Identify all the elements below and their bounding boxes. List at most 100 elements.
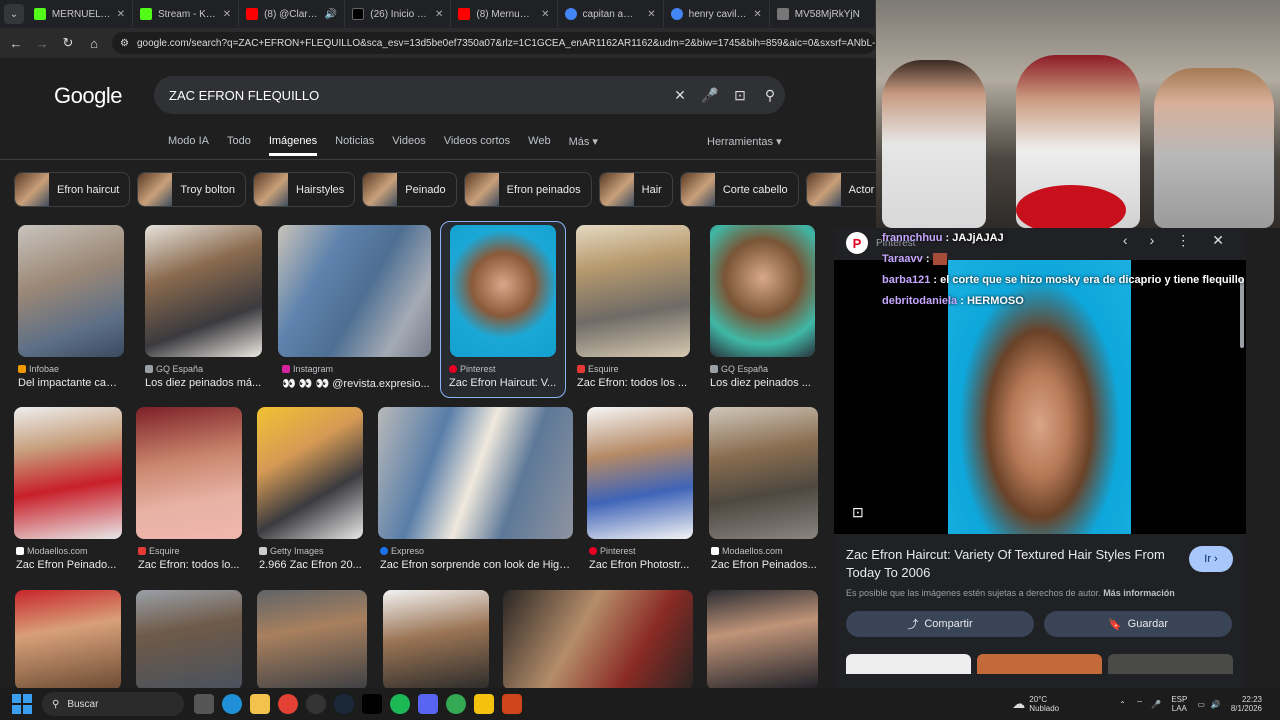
taskbar-search[interactable]: ⚲ Buscar xyxy=(42,692,184,716)
file-explorer-icon[interactable] xyxy=(250,694,270,714)
obs-icon[interactable] xyxy=(306,694,326,714)
tab-search-icon[interactable]: ⌄ xyxy=(4,4,24,24)
display-icon[interactable]: ▭ xyxy=(1197,700,1205,709)
warning-icon[interactable] xyxy=(474,694,494,714)
result-image[interactable] xyxy=(257,590,367,688)
clock[interactable]: 22:23 8/1/2026 xyxy=(1231,695,1262,713)
result-image[interactable] xyxy=(278,225,431,357)
result-image[interactable] xyxy=(709,407,818,539)
related-thumbnail[interactable] xyxy=(977,654,1102,674)
result-image[interactable] xyxy=(383,590,489,688)
related-thumbnail[interactable] xyxy=(846,654,971,674)
tab-web[interactable]: Web xyxy=(528,135,550,156)
result-image[interactable] xyxy=(710,225,815,357)
volume-icon[interactable]: 🔊 xyxy=(1211,700,1221,709)
chip[interactable]: Hairstyles xyxy=(253,172,356,207)
close-icon[interactable]: ✕ xyxy=(753,9,761,20)
tab-item[interactable]: Stream - Kick Da ✕ xyxy=(133,1,240,27)
wifi-icon[interactable]: ⌔ xyxy=(1136,699,1144,709)
windows-start-icon[interactable] xyxy=(12,694,32,714)
chip[interactable]: Hair xyxy=(598,172,673,207)
result-title[interactable]: Zac Efron Peinado... xyxy=(16,559,122,571)
weather-widget[interactable]: ☁ 20°C Nublado xyxy=(1012,695,1059,713)
tab-modo-ia[interactable]: Modo IA xyxy=(168,135,209,156)
discord-icon[interactable] xyxy=(418,694,438,714)
tab-item[interactable]: (8) Mernuel - You ✕ xyxy=(451,1,558,27)
result-title[interactable]: Zac Efron: todos los ... xyxy=(577,377,689,389)
tab-item[interactable]: MERNUEL Stream ✕ xyxy=(27,1,133,27)
related-thumbnail[interactable] xyxy=(1108,654,1233,674)
language-indicator[interactable]: ESP LAA xyxy=(1171,695,1187,713)
result-title[interactable]: Zac Efron Photostr... xyxy=(589,559,693,571)
clear-icon[interactable]: ✕ xyxy=(665,87,695,104)
task-view-icon[interactable] xyxy=(194,694,214,714)
microphone-icon[interactable]: 🎤 xyxy=(1151,700,1161,709)
result-title[interactable]: Del impactante cam... xyxy=(18,377,124,389)
chevron-up-icon[interactable]: ⌃ xyxy=(1119,700,1126,709)
search-box[interactable]: ZAC EFRON FLEQUILLO ✕ 🎤 ⊡ ⚲ xyxy=(154,76,785,114)
spotify-icon[interactable] xyxy=(390,694,410,714)
chip[interactable]: Corte cabello xyxy=(679,172,799,207)
chip[interactable]: Efron peinados xyxy=(463,172,592,207)
result-image[interactable] xyxy=(136,407,242,539)
result-title[interactable]: 2.966 Zac Efron 20... xyxy=(259,559,363,571)
tab-videos-cortos[interactable]: Videos cortos xyxy=(444,135,510,156)
result-image[interactable] xyxy=(503,590,693,688)
result-title[interactable]: Zac Efron Peinados... xyxy=(711,559,818,571)
close-icon[interactable]: ✕ xyxy=(117,9,125,20)
close-icon[interactable]: ✕ xyxy=(435,9,443,20)
result-image[interactable] xyxy=(378,407,573,539)
result-image[interactable] xyxy=(707,590,818,688)
steam-icon[interactable] xyxy=(334,694,354,714)
back-icon[interactable]: ← xyxy=(8,36,24,51)
site-info-icon[interactable]: ⚙ xyxy=(120,38,129,49)
result-image[interactable] xyxy=(136,590,242,688)
app-icon[interactable] xyxy=(502,694,522,714)
close-icon[interactable]: ✕ xyxy=(541,9,549,20)
tiktok-icon[interactable] xyxy=(362,694,382,714)
result-image[interactable] xyxy=(14,407,122,539)
tab-item[interactable]: capitan america ✕ xyxy=(558,1,664,27)
result-title[interactable]: Los diez peinados má... xyxy=(145,377,262,389)
share-button[interactable]: ⤴ Compartir xyxy=(846,611,1034,637)
google-logo[interactable]: Google xyxy=(54,83,122,109)
chrome-alt-icon[interactable] xyxy=(446,694,466,714)
chip[interactable]: Peinado xyxy=(362,172,457,207)
preview-title[interactable]: Zac Efron Haircut: Variety Of Textured H… xyxy=(846,546,1176,582)
tab-item[interactable]: (8) @ClarentK 🔊 xyxy=(239,1,346,27)
result-image[interactable] xyxy=(18,225,124,357)
close-icon[interactable]: ✕ xyxy=(223,9,231,20)
visual-search-icon[interactable]: ⊡ xyxy=(852,504,864,521)
search-icon[interactable]: ⚲ xyxy=(755,87,785,104)
close-icon[interactable]: ✕ xyxy=(647,9,655,20)
tools-button[interactable]: Herramientas ▾ xyxy=(707,135,782,148)
result-image[interactable] xyxy=(450,225,556,357)
result-image[interactable] xyxy=(145,225,262,357)
save-button[interactable]: 🔖 Guardar xyxy=(1044,611,1232,637)
result-image[interactable] xyxy=(257,407,363,539)
tab-todo[interactable]: Todo xyxy=(227,135,251,156)
tab-item[interactable]: (26) Inicio / X ✕ xyxy=(345,1,452,27)
lens-icon[interactable]: ⊡ xyxy=(725,87,755,104)
result-image[interactable] xyxy=(587,407,693,539)
chip[interactable]: Actor xyxy=(805,172,876,207)
forward-icon[interactable]: → xyxy=(34,36,50,51)
result-image[interactable] xyxy=(576,225,690,357)
tab-item[interactable]: henry cavill - Busc ✕ xyxy=(664,1,770,27)
url-bar[interactable]: ⚙ google.com/search?q=ZAC+EFRON+FLEQUILLO… xyxy=(112,32,876,54)
chrome-icon[interactable] xyxy=(278,694,298,714)
tab-imagenes[interactable]: Imágenes xyxy=(268,135,318,156)
result-title[interactable]: Zac Efron sorprende con look de High... xyxy=(380,559,573,571)
edge-icon[interactable] xyxy=(222,694,242,714)
search-input[interactable]: ZAC EFRON FLEQUILLO xyxy=(169,88,665,103)
chip[interactable]: Troy bolton xyxy=(137,172,246,207)
tab-mas[interactable]: Más ▾ xyxy=(569,135,598,156)
tab-noticias[interactable]: Noticias xyxy=(335,135,374,156)
tab-videos[interactable]: Videos xyxy=(392,135,425,156)
go-button[interactable]: Ir › xyxy=(1189,546,1233,572)
result-image[interactable] xyxy=(15,590,121,688)
speaker-icon[interactable]: 🔊 xyxy=(325,9,337,20)
home-icon[interactable]: ⌂ xyxy=(86,36,102,51)
result-title[interactable]: Los diez peinados ... xyxy=(710,377,815,389)
reload-icon[interactable]: ↻ xyxy=(60,35,76,51)
